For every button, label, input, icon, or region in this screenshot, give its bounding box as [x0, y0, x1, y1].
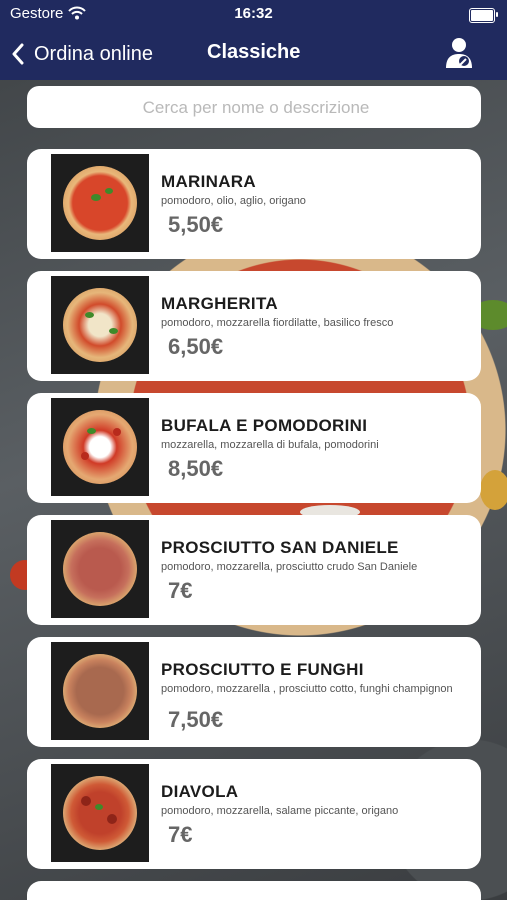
- item-price: 5,50€: [168, 212, 224, 237]
- marinara-photo: [51, 154, 149, 252]
- item-description: pomodoro, mozzarella, prosciutto crudo S…: [161, 561, 418, 573]
- item-price: 6,50€: [168, 334, 224, 359]
- status-bar: Gestore 16:32: [0, 0, 507, 28]
- item-description: pomodoro, mozzarella fiordilatte, basili…: [161, 317, 394, 329]
- item-name: PROSCIUTTO E FUNGHI: [161, 660, 364, 679]
- item-name: MARGHERITA: [161, 294, 278, 313]
- prosciutto-san-daniele-photo: [51, 520, 149, 618]
- list-item[interactable]: BUFALA E POMODORINI mozzarella, mozzarel…: [27, 393, 481, 503]
- item-description: pomodoro, mozzarella , prosciutto cotto,…: [161, 683, 453, 695]
- list-item[interactable]: MARINARA pomodoro, olio, aglio, origano …: [27, 149, 481, 259]
- navigation-bar: Ordina online Classiche: [0, 28, 507, 80]
- battery-icon: [469, 8, 498, 23]
- list-item[interactable]: DIAVOLA pomodoro, mozzarella, salame pic…: [27, 759, 481, 869]
- item-description: pomodoro, olio, aglio, origano: [161, 195, 306, 207]
- back-button[interactable]: Ordina online: [12, 38, 153, 70]
- item-name: DIAVOLA: [161, 782, 239, 801]
- item-price: 7€: [168, 822, 193, 847]
- item-name: BUFALA E POMODORINI: [161, 416, 368, 435]
- search-field[interactable]: [27, 86, 485, 130]
- product-list: MARINARA pomodoro, olio, aglio, origano …: [27, 149, 481, 881]
- item-description: mozzarella, mozzarella di bufala, pomodo…: [161, 439, 379, 451]
- list-item[interactable]: MARGHERITA pomodoro, mozzarella fiordila…: [27, 271, 481, 381]
- item-price: 7€: [168, 578, 193, 603]
- user-account-button[interactable]: [444, 36, 476, 70]
- list-item-partial[interactable]: [27, 881, 481, 921]
- list-item[interactable]: PROSCIUTTO E FUNGHI pomodoro, mozzarella…: [27, 637, 481, 747]
- item-description: pomodoro, mozzarella, salame piccante, o…: [161, 805, 399, 817]
- back-label: Ordina online: [34, 42, 153, 65]
- user-edit-icon: [446, 38, 472, 68]
- chevron-left-icon: [12, 43, 24, 65]
- item-price: 8,50€: [168, 456, 224, 481]
- bufala-photo: [51, 398, 149, 496]
- item-name: MARINARA: [161, 172, 256, 191]
- prosciutto-e-funghi-photo: [51, 642, 149, 740]
- clock: 16:32: [234, 5, 273, 22]
- search-input[interactable]: [27, 86, 485, 130]
- item-name: PROSCIUTTO SAN DANIELE: [161, 538, 399, 557]
- page-title: Classiche: [207, 41, 301, 63]
- list-item[interactable]: PROSCIUTTO SAN DANIELE pomodoro, mozzare…: [27, 515, 481, 625]
- item-price: 7,50€: [168, 707, 224, 732]
- margherita-photo: [51, 276, 149, 374]
- diavola-photo: [51, 764, 149, 862]
